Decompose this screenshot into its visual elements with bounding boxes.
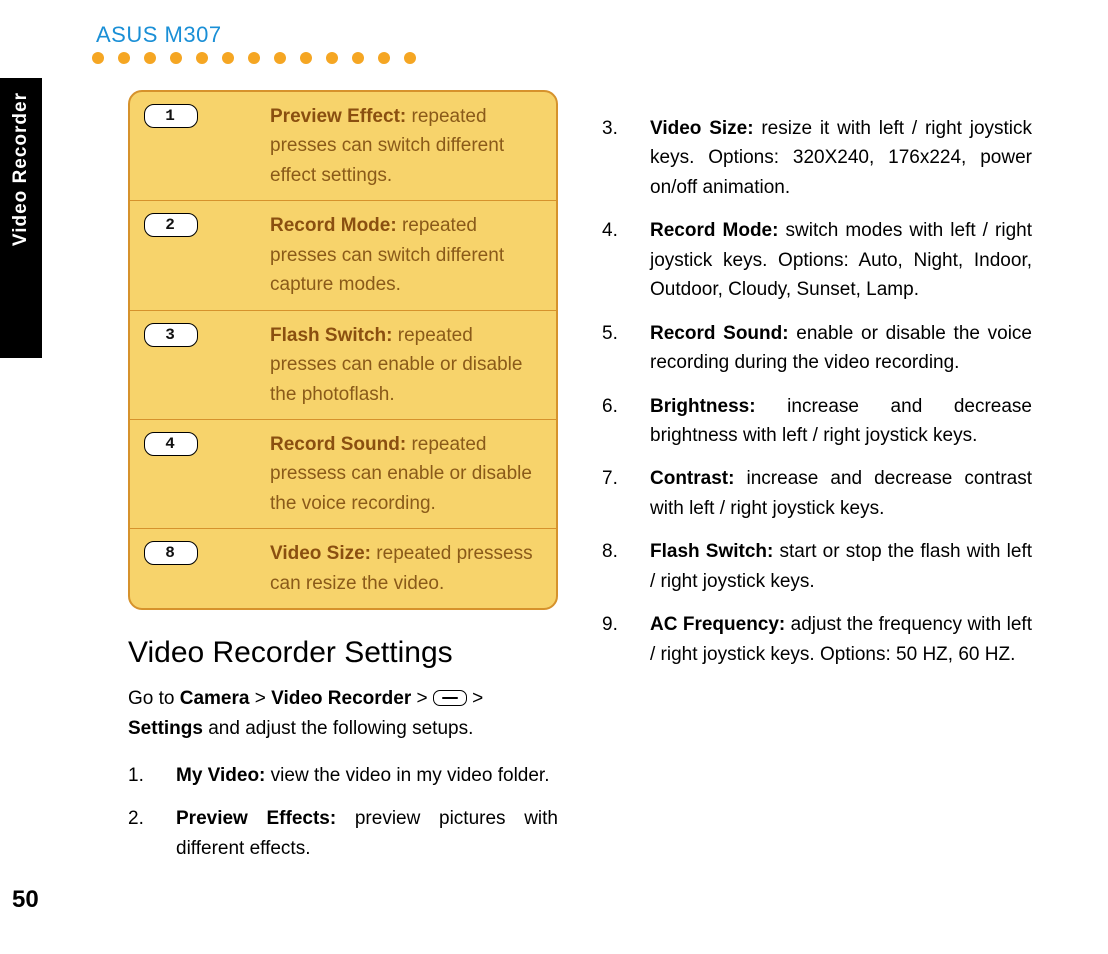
dot-icon — [352, 52, 364, 64]
key-badge-icon: 2 — [144, 213, 198, 237]
dot-icon — [196, 52, 208, 64]
settings-item: Record Mode: switch modes with left / ri… — [602, 216, 1032, 304]
doc-title: ASUS M307 — [96, 22, 222, 48]
key-badge-icon: 4 — [144, 432, 198, 456]
settings-item: Flash Switch: start or stop the flash wi… — [602, 537, 1032, 596]
key-row: 2 Record Mode: repeated presses can swit… — [130, 200, 556, 309]
settings-lead: Record Mode: — [650, 220, 778, 241]
settings-lead: Preview Effects: — [176, 808, 336, 829]
settings-lead: Brightness: — [650, 396, 756, 417]
key-row: 4 Record Sound: repeated pressess can en… — [130, 419, 556, 528]
dot-icon — [378, 52, 390, 64]
settings-item: Video Size: resize it with left / right … — [602, 114, 1032, 202]
dot-icon — [222, 52, 234, 64]
settings-lead: Video Size: — [650, 118, 754, 139]
settings-lead: Contrast: — [650, 468, 734, 489]
key-glyph: 3 — [165, 326, 177, 344]
key-badge-icon: 1 — [144, 104, 198, 128]
key-lead: Record Sound: — [270, 434, 406, 455]
key-lead: Video Size: — [270, 543, 371, 564]
key-glyph: 4 — [165, 435, 177, 453]
manual-page: ASUS M307 Video Recorder 50 1 Preview Ef… — [0, 0, 1108, 954]
key-glyph: 2 — [165, 216, 177, 234]
dot-icon — [92, 52, 104, 64]
settings-list-right: Video Size: resize it with left / right … — [602, 114, 1032, 669]
key-description: Video Size: repeated pressess can resize… — [198, 539, 544, 598]
key-functions-table: 1 Preview Effect: repeated presses can s… — [128, 90, 558, 610]
dot-icon — [144, 52, 156, 64]
key-glyph: 8 — [165, 544, 177, 562]
dot-icon — [300, 52, 312, 64]
settings-lead: AC Frequency: — [650, 614, 785, 635]
settings-item: My Video: view the video in my video fol… — [128, 761, 558, 790]
settings-list-left: My Video: view the video in my video fol… — [128, 761, 558, 863]
intro-text: and adjust the following setups. — [203, 718, 473, 739]
settings-item: AC Frequency: adjust the frequency with … — [602, 610, 1032, 669]
intro-path-video-recorder: Video Recorder — [271, 688, 411, 709]
page-number: 50 — [12, 886, 39, 914]
settings-lead: My Video: — [176, 765, 265, 786]
dot-icon — [170, 52, 182, 64]
intro-text: > — [249, 688, 271, 709]
key-badge-icon: 3 — [144, 323, 198, 347]
settings-item: Preview Effects: preview pictures with d… — [128, 804, 558, 863]
intro-text: Go to — [128, 688, 180, 709]
key-lead: Preview Effect: — [270, 106, 406, 127]
key-row: 1 Preview Effect: repeated presses can s… — [130, 92, 556, 200]
key-lead: Record Mode: — [270, 215, 397, 236]
key-lead: Flash Switch: — [270, 325, 392, 346]
dot-icon — [118, 52, 130, 64]
key-description: Record Mode: repeated presses can switch… — [198, 211, 544, 299]
settings-item: Record Sound: enable or disable the voic… — [602, 319, 1032, 378]
content-area: 1 Preview Effect: repeated presses can s… — [128, 90, 1068, 877]
settings-item: Contrast: increase and decrease contrast… — [602, 464, 1032, 523]
dot-icon — [404, 52, 416, 64]
key-row: 3 Flash Switch: repeated presses can ena… — [130, 310, 556, 419]
intro-text: > — [467, 688, 483, 709]
key-description: Record Sound: repeated pressess can enab… — [198, 430, 544, 518]
settings-desc: view the video in my video folder. — [265, 765, 549, 786]
intro-text: > — [411, 688, 433, 709]
section-heading: Video Recorder Settings — [128, 636, 558, 670]
intro-path-camera: Camera — [180, 688, 250, 709]
settings-lead: Flash Switch: — [650, 541, 773, 562]
decorative-dots — [92, 52, 416, 64]
key-badge-icon: 8 — [144, 541, 198, 565]
key-description: Flash Switch: repeated presses can enabl… — [198, 321, 544, 409]
right-column: Video Size: resize it with left / right … — [602, 90, 1032, 877]
key-glyph: 1 — [165, 107, 177, 125]
left-column: 1 Preview Effect: repeated presses can s… — [128, 90, 558, 877]
dot-icon — [326, 52, 338, 64]
dot-icon — [274, 52, 286, 64]
settings-lead: Record Sound: — [650, 323, 789, 344]
intro-path-settings: Settings — [128, 718, 203, 739]
key-description: Preview Effect: repeated presses can swi… — [198, 102, 544, 190]
section-tab-label: Video Recorder — [10, 92, 32, 246]
key-row: 8 Video Size: repeated pressess can resi… — [130, 528, 556, 608]
dot-icon — [248, 52, 260, 64]
softkey-icon — [433, 690, 467, 706]
section-tab: Video Recorder — [0, 78, 42, 358]
settings-intro: Go to Camera > Video Recorder > > Settin… — [128, 684, 558, 743]
settings-item: Brightness: increase and decrease bright… — [602, 392, 1032, 451]
